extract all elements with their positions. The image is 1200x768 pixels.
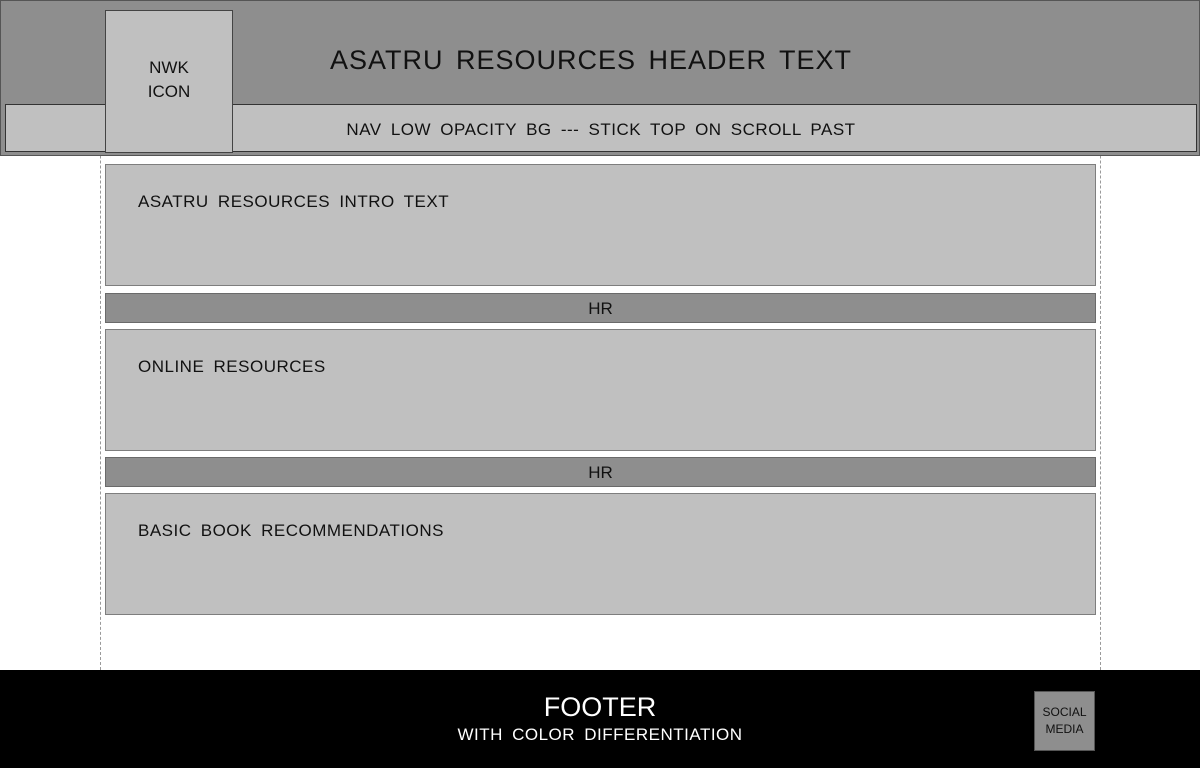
logo-label: NWK ICON bbox=[147, 58, 191, 101]
footer-title: FOOTER bbox=[543, 692, 657, 722]
nav-text: NAV LOW OPACITY BG --- STICK TOP ON SCRO… bbox=[346, 120, 856, 139]
social-media-label: SOCIAL MEDIA bbox=[1042, 705, 1087, 736]
divider-2: HR bbox=[105, 457, 1096, 487]
divider-1-label: HR bbox=[588, 299, 613, 318]
book-recommendations-section: BASIC BOOK RECOMMENDATIONS bbox=[105, 493, 1096, 615]
divider-2-label: HR bbox=[588, 463, 613, 482]
intro-section-label: ASATRU RESOURCES INTRO TEXT bbox=[138, 192, 450, 211]
online-resources-label: ONLINE RESOURCES bbox=[138, 357, 326, 376]
page-footer: FOOTER WITH COLOR DIFFERENTIATION SOCIAL… bbox=[0, 670, 1200, 768]
book-recommendations-label: BASIC BOOK RECOMMENDATIONS bbox=[138, 521, 444, 540]
page-header: ASATRU RESOURCES HEADER TEXT NAV LOW OPA… bbox=[0, 0, 1200, 156]
social-media-icon[interactable]: SOCIAL MEDIA bbox=[1034, 691, 1095, 751]
footer-subtitle: WITH COLOR DIFFERENTIATION bbox=[457, 725, 743, 744]
divider-1: HR bbox=[105, 293, 1096, 323]
intro-section: ASATRU RESOURCES INTRO TEXT bbox=[105, 164, 1096, 286]
online-resources-section: ONLINE RESOURCES bbox=[105, 329, 1096, 451]
header-title: ASATRU RESOURCES HEADER TEXT bbox=[329, 45, 853, 75]
logo-icon[interactable]: NWK ICON bbox=[105, 10, 233, 153]
